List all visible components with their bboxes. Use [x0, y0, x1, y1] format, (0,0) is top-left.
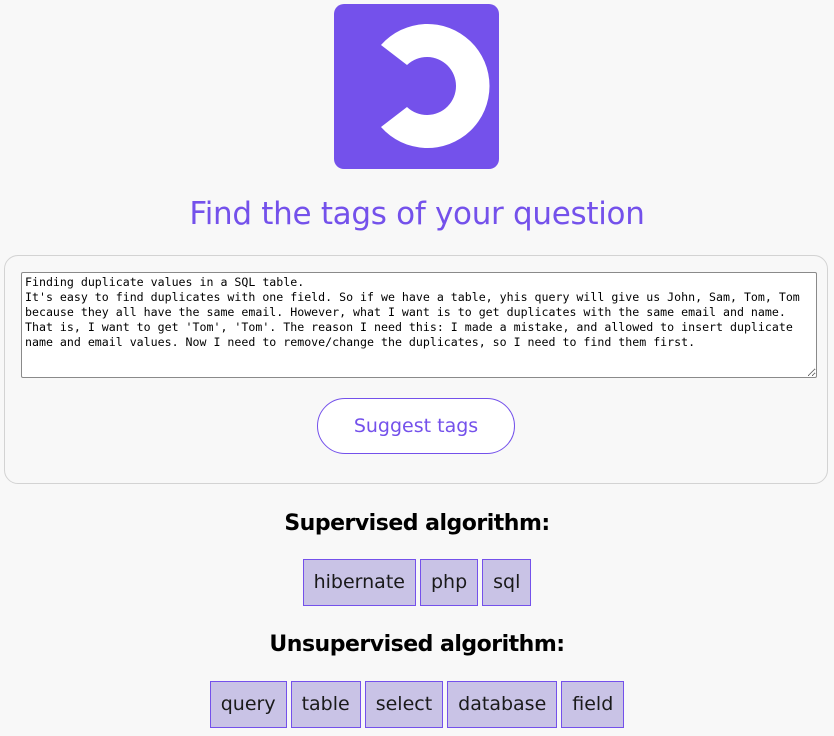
- unsupervised-tag: table: [290, 681, 361, 728]
- supervised-heading: Supervised algorithm:: [284, 511, 550, 536]
- app-logo: [334, 4, 499, 169]
- supervised-tags: hibernate php sql: [0, 559, 834, 606]
- unsupervised-tag: query: [209, 681, 287, 728]
- page: Find the tags of your question Finding d…: [0, 0, 834, 736]
- supervised-tag: sql: [482, 559, 532, 606]
- unsupervised-tag: field: [561, 681, 625, 728]
- unsupervised-heading: Unsupervised algorithm:: [269, 632, 565, 657]
- half-ring-logo-icon: [381, 23, 490, 148]
- supervised-tag: hibernate: [302, 559, 416, 606]
- unsupervised-tag: select: [364, 681, 444, 728]
- supervised-tag: php: [419, 559, 479, 606]
- unsupervised-tags: query table select database field: [0, 681, 834, 728]
- unsupervised-tag: database: [447, 681, 558, 728]
- question-form-card: Finding duplicate values in a SQL table.…: [4, 255, 828, 484]
- suggest-tags-button[interactable]: Suggest tags: [317, 398, 515, 454]
- page-title: Find the tags of your question: [189, 196, 645, 232]
- question-textarea[interactable]: Finding duplicate values in a SQL table.…: [21, 272, 817, 378]
